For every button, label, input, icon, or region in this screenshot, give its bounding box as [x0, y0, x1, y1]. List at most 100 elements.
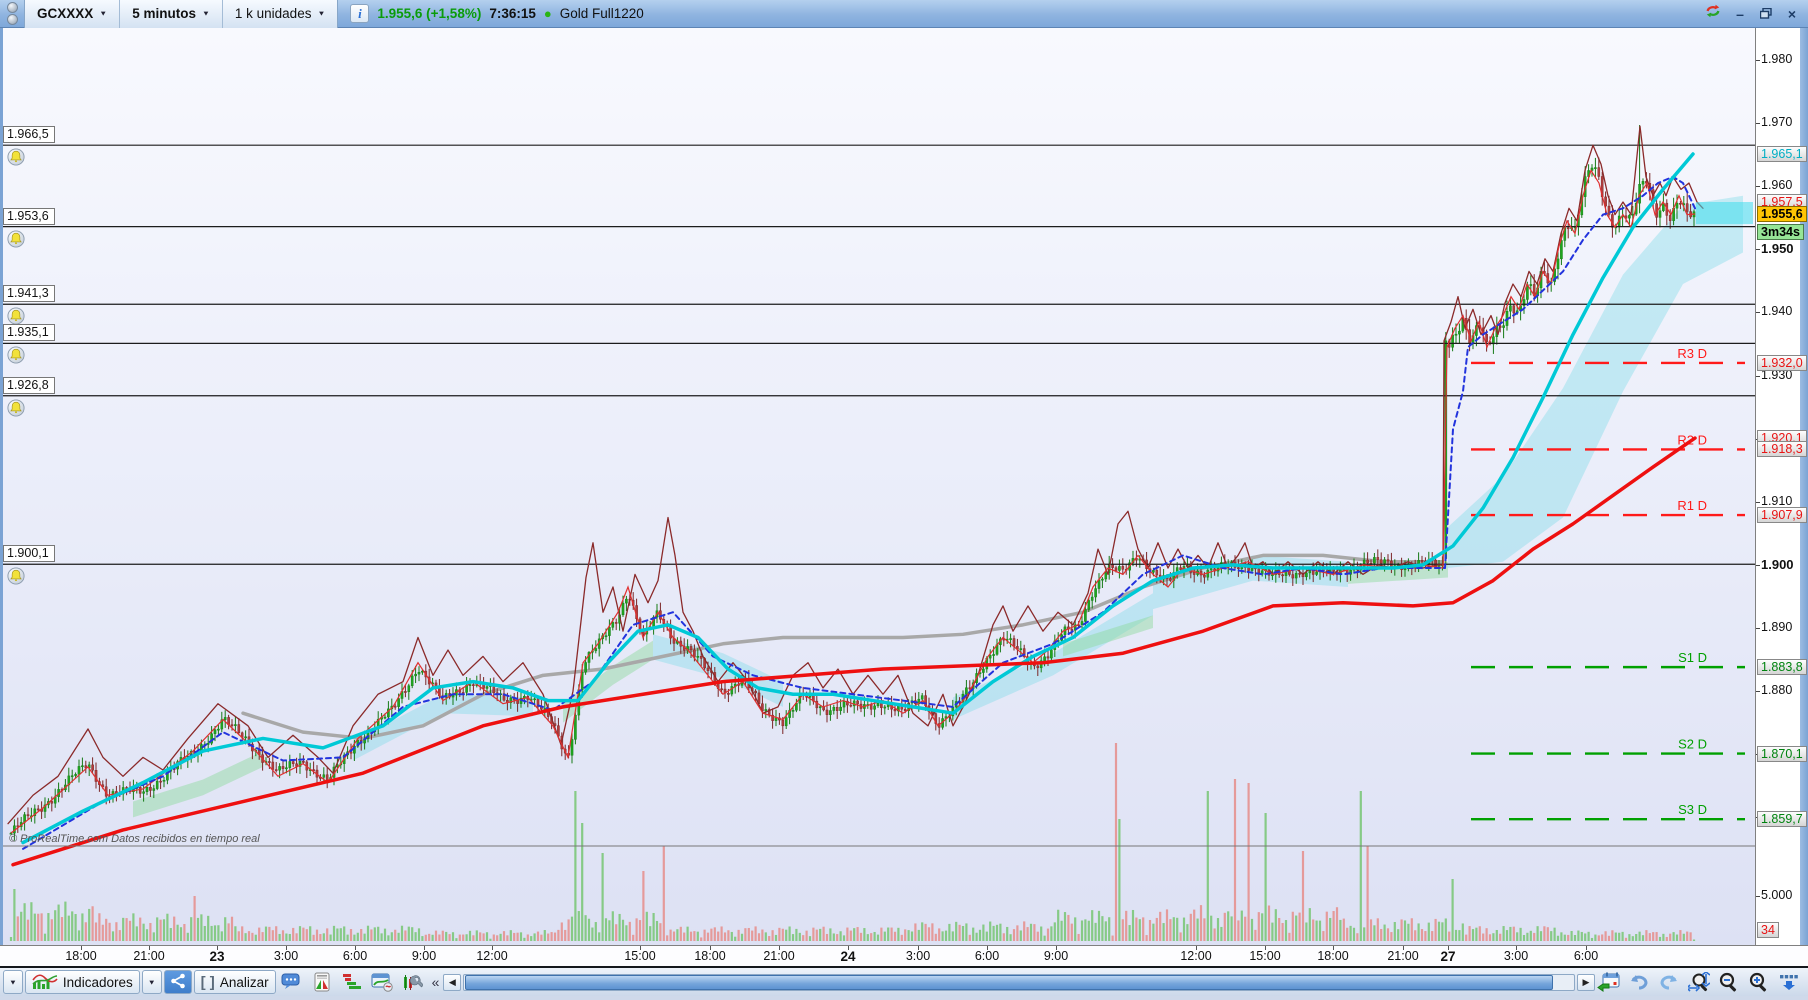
alarm-bell-icon[interactable]: [7, 307, 25, 325]
brackets-icon: [ ]: [200, 973, 215, 991]
scroll-left-button[interactable]: ◀: [443, 973, 462, 991]
time-tick-label: 9:00: [1043, 949, 1069, 963]
chart-window-icon[interactable]: [368, 970, 396, 994]
projected-band: [1696, 201, 1753, 225]
chevron-down-icon: ▼: [317, 9, 326, 18]
price-tick-label: 1.970: [1761, 115, 1793, 130]
axis-tick-mark: [1756, 312, 1760, 314]
alarm-bell-icon[interactable]: [7, 148, 25, 166]
zoom-in-icon[interactable]: [1745, 970, 1773, 994]
axis-value-badge: 1.965,1: [1757, 146, 1807, 163]
refresh-icon[interactable]: [1704, 3, 1722, 24]
alarm-bell-icon[interactable]: [7, 346, 25, 364]
share-button[interactable]: [163, 970, 192, 994]
axis-value-badge: 34: [1757, 922, 1779, 938]
axis-tick-mark: [1756, 627, 1760, 629]
market-depth-icon[interactable]: [338, 970, 366, 994]
time-axis[interactable]: 18:00 21:00 23 3:00 6:00 9:00 12:00 15:00 18:00 2…: [0, 945, 1808, 966]
horizontal-scrollbar[interactable]: [463, 973, 1575, 991]
price-axis[interactable]: 1.9801.9701.9601.9501.9401.9301.9201.910…: [1755, 28, 1807, 945]
time-tick-label: 15:00: [624, 949, 656, 963]
window-right-border: [1800, 28, 1808, 945]
time-tick-label: 3:00: [273, 949, 299, 963]
minimize-button[interactable]: –: [1732, 6, 1748, 22]
scrollbar-thumb[interactable]: [465, 974, 1553, 990]
price-tick-label: 1.900: [1761, 556, 1794, 572]
pivot-label: S3 D: [1678, 802, 1707, 817]
share-icon: [170, 973, 186, 992]
units-selector[interactable]: 1 k unidades ▼: [223, 0, 337, 28]
chevron-down-icon: ▼: [147, 978, 156, 986]
zoom-out-icon[interactable]: [1715, 970, 1743, 994]
axis-tick-mark: [1756, 896, 1760, 897]
time-tick-label: 18:00: [1317, 949, 1349, 963]
analyze-button[interactable]: [ ] Analizar: [193, 970, 276, 994]
clock-label: 7:36:15: [489, 6, 536, 21]
alarm-bell-icon[interactable]: [7, 230, 25, 248]
timeframe-selector[interactable]: 5 minutos ▼: [120, 0, 223, 28]
watermark: © ProRealTime.com Datos recibidos en tie…: [9, 833, 260, 845]
price-tick-label: 1.910: [1761, 493, 1793, 508]
time-tick-label: 12:00: [476, 949, 508, 963]
time-tick-label: 24: [840, 949, 856, 964]
go-to-date-icon[interactable]: [1595, 970, 1623, 994]
indicators-dropdown[interactable]: ▼: [141, 970, 162, 994]
alarm-price-label[interactable]: 1.941,3: [3, 285, 55, 303]
time-tick-label: 15:00: [1249, 949, 1281, 963]
info-icon[interactable]: i: [350, 4, 370, 23]
time-tick-label: 27: [1440, 949, 1456, 964]
chart-canvas[interactable]: R3 D R2 D R1 D S1 D S2 D S3 D © ProRealTime.co…: [3, 28, 1755, 945]
instrument-selector[interactable]: GCXXXX ▼: [25, 0, 121, 28]
last-price-badge: 1.955,6: [1757, 205, 1807, 222]
time-tick-label: 21:00: [763, 949, 795, 963]
alarm-price-label[interactable]: 1.935,1: [3, 324, 55, 342]
axis-tick-mark: [1756, 186, 1760, 188]
chat-icon[interactable]: [278, 970, 306, 994]
alarm-price-label[interactable]: 1.953,6: [3, 207, 55, 225]
collapse-toolbar-chevrons[interactable]: «: [428, 974, 444, 990]
alarm-price-label[interactable]: 1.900,1: [3, 545, 55, 563]
pivot-label: S2 D: [1678, 737, 1707, 752]
time-tick-label: 6:00: [1573, 949, 1599, 963]
alarm-bell-icon[interactable]: [7, 567, 25, 585]
scroll-right-button[interactable]: ▶: [1577, 973, 1595, 991]
news-icon[interactable]: [308, 970, 336, 994]
tools-wrench-icon[interactable]: [398, 970, 426, 994]
chart-region: R3 D R2 D R1 D S1 D S2 D S3 D © ProRealTime.co…: [0, 28, 1808, 945]
alarm-price-label[interactable]: 1.926,8: [3, 376, 55, 394]
time-tick-label: 12:00: [1180, 949, 1212, 963]
timeframe-label: 5 minutos: [132, 6, 196, 21]
indicators-label: Indicadores: [62, 974, 133, 990]
undo-icon[interactable]: [1625, 970, 1653, 994]
bar-countdown-badge: 3m34s: [1757, 224, 1804, 240]
alarm-bell-icon[interactable]: [7, 399, 25, 417]
zoom-selection-icon[interactable]: [1685, 970, 1713, 994]
instrument-label: GCXXXX: [37, 6, 94, 21]
chevron-down-icon: ▼: [201, 9, 210, 18]
window-gadget-icon[interactable]: [0, 0, 24, 28]
time-tick-label: 23: [209, 949, 225, 964]
time-tick-label: 3:00: [905, 949, 931, 963]
axis-value-badge: 1.907,9: [1757, 507, 1807, 524]
axis-value-badge: 1.883,8: [1757, 659, 1807, 676]
close-icon[interactable]: ×: [1784, 6, 1800, 22]
time-tick-label: 6:00: [342, 949, 368, 963]
time-tick-label: 21:00: [1387, 949, 1419, 963]
time-tick-label: 18:00: [65, 949, 97, 963]
feed-status-icon: ●: [543, 6, 552, 21]
pivot-label: S1 D: [1678, 650, 1707, 665]
indicators-button[interactable]: Indicadores: [24, 970, 140, 994]
restore-button[interactable]: [1758, 6, 1774, 22]
chart-options-dropdown[interactable]: ▼: [3, 970, 23, 994]
axis-tick-mark: [1756, 60, 1760, 61]
volume-scale-label: 5.000: [1761, 888, 1793, 902]
time-tick-label: 6:00: [974, 949, 1000, 963]
indicators-icon: [32, 972, 58, 993]
alarm-price-label[interactable]: 1.966,5: [3, 126, 55, 144]
collapse-panel-icon[interactable]: [1775, 970, 1803, 994]
price-tick-label: 1.890: [1761, 619, 1793, 634]
price-chart-svg: R3 DR2 DR1 DS1 DS2 DS3 D© ProRealTime.co…: [3, 28, 1755, 945]
axis-value-badge: 1.859,7: [1757, 811, 1807, 828]
time-tick-label: 18:00: [694, 949, 726, 963]
redo-icon[interactable]: [1655, 970, 1683, 994]
